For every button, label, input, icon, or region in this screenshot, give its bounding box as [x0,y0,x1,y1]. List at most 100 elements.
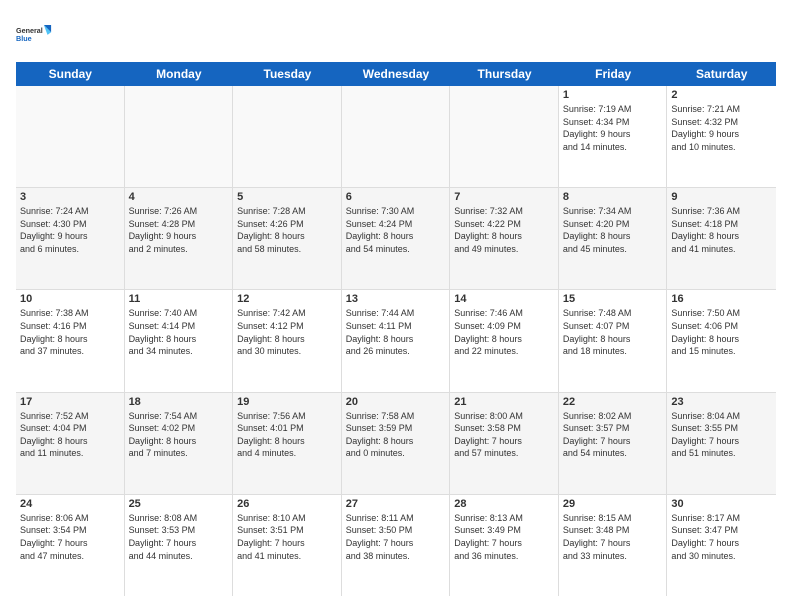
day-number: 18 [129,396,229,408]
day-info: Sunrise: 7:58 AM Sunset: 3:59 PM Dayligh… [346,410,446,460]
day-cell-19: 19Sunrise: 7:56 AM Sunset: 4:01 PM Dayli… [233,393,342,494]
day-number: 3 [20,191,120,203]
day-number: 8 [563,191,663,203]
calendar-header: SundayMondayTuesdayWednesdayThursdayFrid… [16,62,776,86]
day-cell-7: 7Sunrise: 7:32 AM Sunset: 4:22 PM Daylig… [450,188,559,289]
day-number: 21 [454,396,554,408]
day-info: Sunrise: 8:06 AM Sunset: 3:54 PM Dayligh… [20,512,120,562]
day-info: Sunrise: 7:21 AM Sunset: 4:32 PM Dayligh… [671,103,772,153]
weekday-header-monday: Monday [125,62,234,86]
day-info: Sunrise: 8:00 AM Sunset: 3:58 PM Dayligh… [454,410,554,460]
day-info: Sunrise: 7:52 AM Sunset: 4:04 PM Dayligh… [20,410,120,460]
day-info: Sunrise: 7:42 AM Sunset: 4:12 PM Dayligh… [237,307,337,357]
day-number: 14 [454,293,554,305]
day-info: Sunrise: 7:54 AM Sunset: 4:02 PM Dayligh… [129,410,229,460]
weekday-header-saturday: Saturday [667,62,776,86]
day-number: 7 [454,191,554,203]
day-number: 26 [237,498,337,510]
day-info: Sunrise: 8:10 AM Sunset: 3:51 PM Dayligh… [237,512,337,562]
day-cell-20: 20 Sunrise: 7:58 AM Sunset: 3:59 PM Dayli… [342,393,451,494]
weekday-header-sunday: Sunday [16,62,125,86]
day-cell-24: 24 Sunrise: 8:06 AM Sunset: 3:54 PM Dayli… [16,495,125,596]
header: GeneralBlue [16,16,776,52]
day-number: 11 [129,293,229,305]
day-number: 23 [671,396,772,408]
day-info: Sunrise: 8:15 AM Sunset: 3:48 PM Dayligh… [563,512,663,562]
day-info: Sunrise: 8:17 AM Sunset: 3:47 PM Dayligh… [671,512,772,562]
day-cell-25: 25 Sunrise: 8:08 AM Sunset: 3:53 PM Dayli… [125,495,234,596]
day-number: 20 [346,396,446,408]
week-row-4: 17 Sunrise: 7:52 AM Sunset: 4:04 PM Dayli… [16,393,776,495]
day-info: Sunrise: 7:50 AM Sunset: 4:06 PM Dayligh… [671,307,772,357]
day-info: Sunrise: 8:02 AM Sunset: 3:57 PM Dayligh… [563,410,663,460]
day-number: 27 [346,498,446,510]
day-number: 30 [671,498,772,510]
day-number: 5 [237,191,337,203]
day-cell-11: 11 Sunrise: 7:40 AM Sunset: 4:14 PM Dayli… [125,290,234,391]
week-row-3: 10 Sunrise: 7:38 AM Sunset: 4:16 PM Dayli… [16,290,776,392]
day-number: 1 [563,89,663,101]
day-number: 28 [454,498,554,510]
day-number: 24 [20,498,120,510]
day-cell-empty [342,86,451,187]
day-info: Sunrise: 7:44 AM Sunset: 4:11 PM Dayligh… [346,307,446,357]
day-cell-2: 2 Sunrise: 7:21 AM Sunset: 4:32 PM Daylig… [667,86,776,187]
day-number: 9 [671,191,772,203]
day-info: Sunrise: 7:38 AM Sunset: 4:16 PM Dayligh… [20,307,120,357]
day-cell-17: 17 Sunrise: 7:52 AM Sunset: 4:04 PM Dayli… [16,393,125,494]
day-number: 16 [671,293,772,305]
day-number: 12 [237,293,337,305]
calendar: SundayMondayTuesdayWednesdayThursdayFrid… [16,62,776,596]
day-cell-8: 8 Sunrise: 7:34 AM Sunset: 4:20 PM Daylig… [559,188,668,289]
day-info: Sunrise: 7:46 AM Sunset: 4:09 PM Dayligh… [454,307,554,357]
day-cell-21: 21 Sunrise: 8:00 AM Sunset: 3:58 PM Dayli… [450,393,559,494]
logo-icon: GeneralBlue [16,16,52,52]
day-number: 2 [671,89,772,101]
day-cell-3: 3 Sunrise: 7:24 AM Sunset: 4:30 PM Daylig… [16,188,125,289]
day-info: Sunrise: 7:26 AM Sunset: 4:28 PM Dayligh… [129,205,229,255]
day-info: Sunrise: 7:24 AM Sunset: 4:30 PM Dayligh… [20,205,120,255]
day-info: Sunrise: 7:34 AM Sunset: 4:20 PM Dayligh… [563,205,663,255]
day-cell-18: 18 Sunrise: 7:54 AM Sunset: 4:02 PM Dayli… [125,393,234,494]
day-cell-9: 9 Sunrise: 7:36 AM Sunset: 4:18 PM Daylig… [667,188,776,289]
day-number: 29 [563,498,663,510]
day-number: 13 [346,293,446,305]
day-info: Sunrise: 8:11 AM Sunset: 3:50 PM Dayligh… [346,512,446,562]
day-cell-30: 30 Sunrise: 8:17 AM Sunset: 3:47 PM Dayli… [667,495,776,596]
svg-text:Blue: Blue [16,34,32,43]
day-cell-empty [233,86,342,187]
day-cell-14: 14 Sunrise: 7:46 AM Sunset: 4:09 PM Dayli… [450,290,559,391]
day-info: Sunrise: 8:08 AM Sunset: 3:53 PM Dayligh… [129,512,229,562]
day-info: Sunrise: 7:56 AM Sunset: 4:01 PM Dayligh… [237,410,337,460]
weekday-header-tuesday: Tuesday [233,62,342,86]
weekday-header-friday: Friday [559,62,668,86]
day-cell-27: 27 Sunrise: 8:11 AM Sunset: 3:50 PM Dayli… [342,495,451,596]
day-cell-29: 29 Sunrise: 8:15 AM Sunset: 3:48 PM Dayli… [559,495,668,596]
day-info: Sunrise: 7:36 AM Sunset: 4:18 PM Dayligh… [671,205,772,255]
day-cell-26: 26 Sunrise: 8:10 AM Sunset: 3:51 PM Dayli… [233,495,342,596]
day-cell-1: 1 Sunrise: 7:19 AM Sunset: 4:34 PM Daylig… [559,86,668,187]
day-cell-empty [450,86,559,187]
day-cell-5: 5Sunrise: 7:28 AM Sunset: 4:26 PM Daylig… [233,188,342,289]
logo: GeneralBlue [16,16,56,52]
day-info: Sunrise: 7:19 AM Sunset: 4:34 PM Dayligh… [563,103,663,153]
day-cell-23: 23Sunrise: 8:04 AM Sunset: 3:55 PM Dayli… [667,393,776,494]
week-row-2: 3 Sunrise: 7:24 AM Sunset: 4:30 PM Daylig… [16,188,776,290]
day-cell-13: 13 Sunrise: 7:44 AM Sunset: 4:11 PM Dayli… [342,290,451,391]
day-number: 17 [20,396,120,408]
day-cell-empty [16,86,125,187]
day-number: 4 [129,191,229,203]
day-cell-12: 12 Sunrise: 7:42 AM Sunset: 4:12 PM Dayli… [233,290,342,391]
calendar-body: 1 Sunrise: 7:19 AM Sunset: 4:34 PM Daylig… [16,86,776,596]
day-info: Sunrise: 7:40 AM Sunset: 4:14 PM Dayligh… [129,307,229,357]
page: GeneralBlue SundayMondayTuesdayWednesday… [0,0,792,612]
day-number: 25 [129,498,229,510]
day-cell-22: 22Sunrise: 8:02 AM Sunset: 3:57 PM Dayli… [559,393,668,494]
day-cell-16: 16 Sunrise: 7:50 AM Sunset: 4:06 PM Dayli… [667,290,776,391]
day-number: 10 [20,293,120,305]
day-number: 15 [563,293,663,305]
week-row-1: 1 Sunrise: 7:19 AM Sunset: 4:34 PM Daylig… [16,86,776,188]
weekday-header-wednesday: Wednesday [342,62,451,86]
day-info: Sunrise: 7:30 AM Sunset: 4:24 PM Dayligh… [346,205,446,255]
day-cell-10: 10 Sunrise: 7:38 AM Sunset: 4:16 PM Dayli… [16,290,125,391]
